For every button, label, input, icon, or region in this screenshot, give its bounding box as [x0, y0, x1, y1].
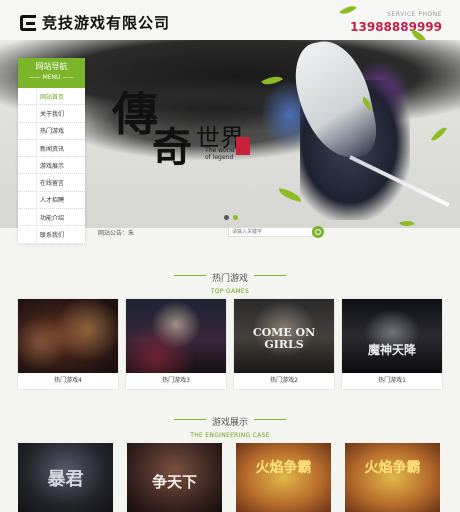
- sidebar-item-hot-games[interactable]: 热门游戏: [18, 122, 85, 140]
- sidebar-item-features[interactable]: 功能介绍: [18, 209, 85, 227]
- section-subtitle: THE ENGINEERING CASE: [190, 432, 270, 439]
- hot-games-heading: 热门游戏 TOP GAMES: [0, 266, 460, 295]
- sidebar-item-showcase[interactable]: 游戏展示: [18, 157, 85, 175]
- leaf-icon: [339, 1, 357, 19]
- game-art-title: COME ON GIRLS: [252, 326, 316, 351]
- slider-dots: [224, 215, 238, 220]
- showcase-art-title: 暴君: [47, 469, 84, 490]
- game-card[interactable]: 热门游戏4: [18, 299, 118, 389]
- game-thumbnail: [18, 299, 118, 373]
- sidebar-item-guestbook[interactable]: 在线留言: [18, 174, 85, 192]
- game-card[interactable]: 热门游戏3: [126, 299, 226, 389]
- logo[interactable]: 竞技游戏有限公司: [20, 12, 170, 33]
- phone-label: SERVICE PHONE: [387, 11, 442, 18]
- game-card-label: 热门游戏3: [162, 377, 190, 384]
- leaf-icon: [277, 187, 303, 203]
- showcase-heading: 游戏展示 THE ENGINEERING CASE: [0, 410, 460, 439]
- logo-mark-icon: [20, 14, 36, 31]
- sidebar-item-jobs[interactable]: 人才招聘: [18, 191, 85, 210]
- game-thumbnail: COME ON GIRLS: [234, 299, 334, 373]
- sidebar-subtitle: —— MENU ——: [28, 74, 75, 81]
- showcase-item[interactable]: 争天下: [127, 443, 222, 512]
- sidebar-title: 网站导航: [35, 62, 68, 71]
- sidebar-nav: 网站导航 —— MENU —— 网站首页 关于我们 热门游戏 新闻资讯 游戏展示…: [18, 58, 85, 244]
- game-thumbnail: [126, 299, 226, 373]
- notice-text[interactable]: 朱: [128, 230, 134, 237]
- game-art-title: 魔神天降: [367, 343, 416, 357]
- showcase-item[interactable]: 暴君: [18, 443, 113, 512]
- notice-bar: 网站公告：朱: [98, 228, 134, 237]
- sidebar-item-contact[interactable]: 联系我们: [18, 226, 85, 244]
- section-subtitle: TOP GAMES: [210, 288, 250, 295]
- showcase-art-title: 争天下: [151, 473, 197, 491]
- company-name: 竞技游戏有限公司: [42, 14, 171, 32]
- banner-subtitle: The world of legend: [205, 147, 235, 161]
- game-thumbnail: 魔神天降: [342, 299, 442, 373]
- header: 竞技游戏有限公司 SERVICE PHONE 13988889999: [0, 0, 460, 44]
- search-input[interactable]: [228, 227, 313, 237]
- phone-number: 13988889999: [350, 20, 442, 34]
- showcase-item[interactable]: 火焰争霸: [236, 443, 331, 512]
- game-card[interactable]: COME ON GIRLS 热门游戏2: [234, 299, 334, 389]
- notice-label: 网站公告：: [98, 230, 129, 237]
- showcase-art-title: 火焰争霸: [255, 460, 312, 476]
- search-icon[interactable]: [312, 226, 324, 238]
- slider-dot[interactable]: [224, 215, 229, 220]
- game-card-label: 热门游戏1: [378, 377, 406, 384]
- banner-title-char-2: 奇: [152, 124, 192, 171]
- section-title: 热门游戏: [173, 271, 286, 284]
- showcase-item[interactable]: 火焰争霸: [345, 443, 440, 512]
- sidebar-item-home[interactable]: 网站首页: [18, 88, 85, 106]
- sidebar-item-news[interactable]: 新闻资讯: [18, 139, 85, 158]
- sidebar-item-about[interactable]: 关于我们: [18, 105, 85, 123]
- sidebar-header: 网站导航 —— MENU ——: [18, 58, 85, 88]
- section-title: 游戏展示: [173, 415, 286, 428]
- game-card-label: 热门游戏2: [270, 377, 298, 384]
- search-box: [228, 226, 324, 238]
- game-card-label: 热门游戏4: [54, 377, 82, 384]
- seal-stamp: [236, 137, 250, 155]
- game-card[interactable]: 魔神天降 热门游戏1: [342, 299, 442, 389]
- showcase-art-title: 火焰争霸: [364, 460, 421, 476]
- slider-dot-active[interactable]: [233, 215, 238, 220]
